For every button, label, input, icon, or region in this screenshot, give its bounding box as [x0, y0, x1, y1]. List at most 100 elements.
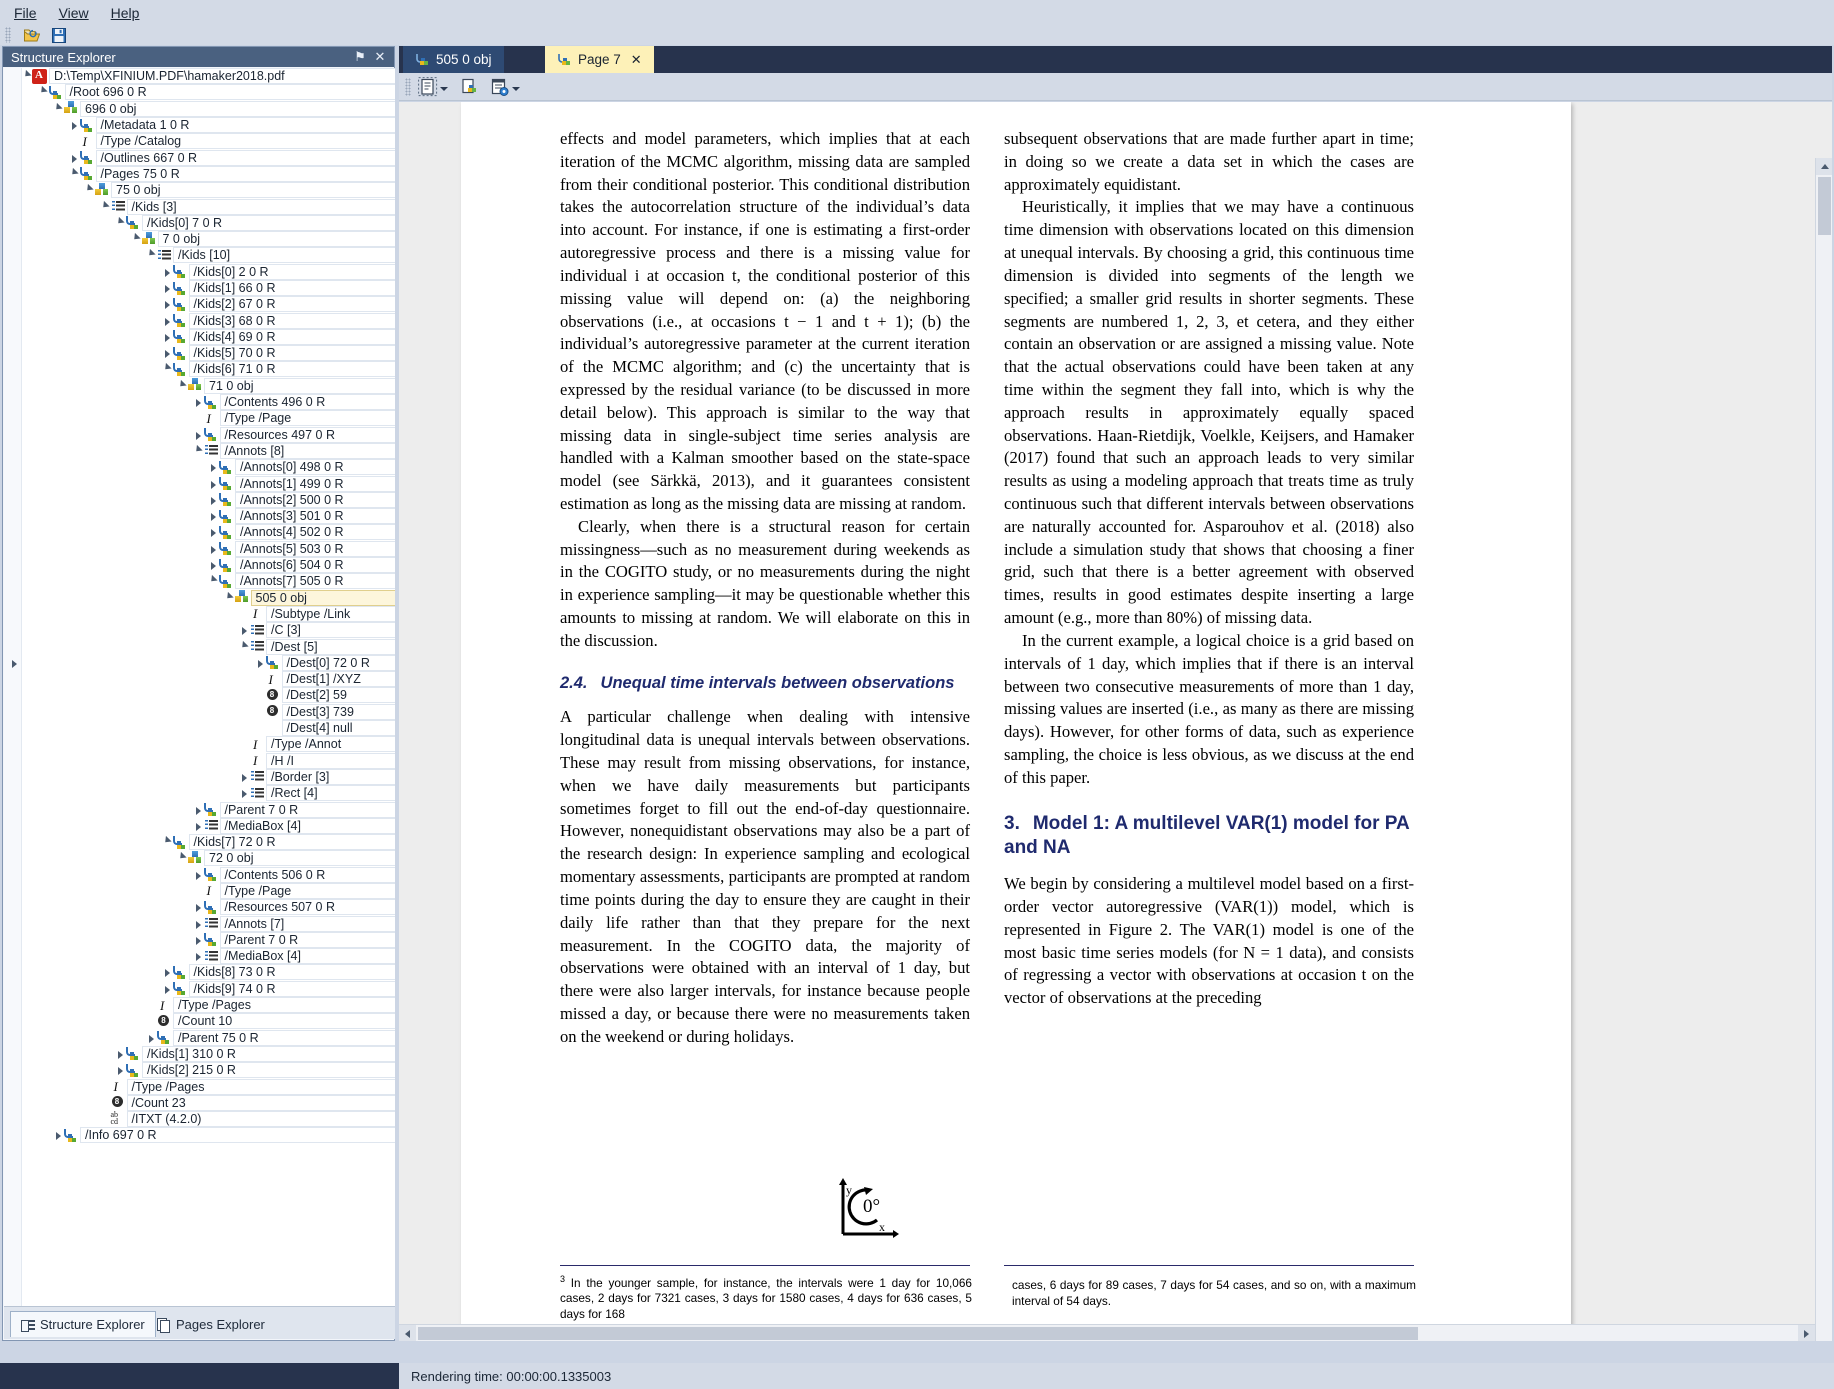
- tree-row[interactable]: /Kids[7] 72 0 R: [22, 834, 395, 851]
- expand-arrow-icon[interactable]: [69, 117, 79, 133]
- tree-row[interactable]: /Pages 75 0 R: [22, 165, 395, 182]
- tree-row[interactable]: /Kids[9] 74 0 R: [22, 980, 395, 997]
- expand-arrow-icon[interactable]: [193, 427, 203, 443]
- expand-arrow-icon[interactable]: [208, 541, 218, 557]
- tree-row[interactable]: /Border [3]: [22, 768, 395, 785]
- tree-row[interactable]: /Annots [7]: [22, 915, 395, 932]
- expand-arrow-icon[interactable]: [255, 655, 265, 671]
- expand-arrow-icon[interactable]: [162, 313, 172, 329]
- tree-row[interactable]: /Dest[2] 59: [22, 687, 395, 704]
- tree-row[interactable]: /Annots[6] 504 0 R: [22, 557, 395, 574]
- tree-row[interactable]: /Annots[7] 505 0 R: [22, 573, 395, 590]
- collapse-arrow-icon[interactable]: [224, 590, 234, 606]
- doc-tab-page-7[interactable]: Page 7 ✕: [545, 46, 654, 73]
- tree-row[interactable]: /Annots[2] 500 0 R: [22, 491, 395, 508]
- expand-arrow-icon[interactable]: [162, 280, 172, 296]
- menu-item-help[interactable]: Help: [111, 5, 140, 21]
- expand-arrow-icon[interactable]: [115, 1046, 125, 1062]
- save-file-button[interactable]: [46, 25, 68, 45]
- tree-row[interactable]: /Annots[5] 503 0 R: [22, 540, 395, 557]
- vertical-scrollbar[interactable]: [1815, 158, 1832, 1341]
- tree-row[interactable]: /Annots[4] 502 0 R: [22, 524, 395, 541]
- expand-arrow-icon[interactable]: [162, 296, 172, 312]
- close-icon[interactable]: ✕: [631, 52, 642, 68]
- tree-row[interactable]: /Resources 497 0 R: [22, 426, 395, 443]
- page-properties-tool-button[interactable]: [489, 76, 523, 98]
- view-toolbar-grip[interactable]: [405, 78, 411, 96]
- tree-row[interactable]: /Kids [10]: [22, 247, 395, 264]
- expand-arrow-icon[interactable]: [208, 492, 218, 508]
- tree-row[interactable]: /Metadata 1 0 R: [22, 117, 395, 134]
- tree-row[interactable]: 7 0 obj: [22, 231, 395, 248]
- scroll-up-button[interactable]: [1816, 158, 1832, 175]
- tree-row[interactable]: /Info 697 0 R: [22, 1127, 395, 1144]
- expand-arrow-icon[interactable]: [208, 508, 218, 524]
- expand-arrow-icon[interactable]: [193, 867, 203, 883]
- horizontal-scroll-thumb[interactable]: [418, 1327, 1418, 1340]
- tree-row[interactable]: /ITXT (4.2.0): [22, 1110, 395, 1128]
- tree-row[interactable]: /Kids[1] 66 0 R: [22, 280, 395, 296]
- select-text-tool-button[interactable]: [417, 76, 451, 98]
- tree-row[interactable]: 696 0 obj: [22, 100, 395, 117]
- pin-panel-button[interactable]: ⚑: [352, 49, 368, 65]
- tree-row[interactable]: /Parent 75 0 R: [22, 1029, 395, 1046]
- tree-row[interactable]: /Dest[1] /XYZ: [22, 671, 395, 688]
- horizontal-scrollbar[interactable]: [399, 1324, 1815, 1341]
- tree-row[interactable]: /Subtype /Link: [22, 605, 395, 622]
- tree-row[interactable]: /Parent 7 0 R: [22, 801, 395, 818]
- expand-arrow-icon[interactable]: [53, 1127, 63, 1143]
- pdf-page-viewport[interactable]: effects and model parameters, which impl…: [399, 102, 1832, 1341]
- expand-arrow-icon[interactable]: [193, 394, 203, 410]
- tab-structure-explorer[interactable]: Structure Explorer: [10, 1311, 156, 1337]
- expand-arrow-icon[interactable]: [239, 769, 249, 785]
- expand-arrow-icon[interactable]: [193, 948, 203, 964]
- collapse-arrow-icon[interactable]: [162, 361, 172, 377]
- tree-row[interactable]: /Type /Pages: [22, 997, 395, 1014]
- tree-row[interactable]: /Annots[1] 499 0 R: [22, 475, 395, 492]
- tree-row[interactable]: /Type /Page: [22, 410, 395, 427]
- tree-row[interactable]: /Annots [8]: [22, 442, 395, 459]
- expand-arrow-icon[interactable]: [146, 1030, 156, 1046]
- tree-row[interactable]: /Dest[4] null: [22, 720, 395, 737]
- expand-arrow-icon[interactable]: [193, 916, 203, 932]
- open-file-button[interactable]: [20, 25, 42, 45]
- expand-arrow-icon[interactable]: [162, 329, 172, 345]
- tree-row[interactable]: /Resources 507 0 R: [22, 899, 395, 916]
- expand-arrow-icon[interactable]: [193, 899, 203, 915]
- tree-row[interactable]: D:\Temp\XFINIUM.PDF\hamaker2018.pdf: [22, 68, 395, 85]
- tree-row[interactable]: /Contents 506 0 R: [22, 866, 395, 883]
- collapse-arrow-icon[interactable]: [100, 199, 110, 215]
- tree-row[interactable]: /Type /Pages: [22, 1078, 395, 1095]
- collapse-arrow-icon[interactable]: [115, 215, 125, 231]
- tree-row[interactable]: /Annots[3] 501 0 R: [22, 508, 395, 525]
- tree-row[interactable]: /C [3]: [22, 622, 395, 639]
- tree-row[interactable]: /Kids[6] 71 0 R: [22, 361, 395, 378]
- close-panel-button[interactable]: ✕: [372, 49, 388, 65]
- collapse-arrow-icon[interactable]: [208, 573, 218, 589]
- tree-row[interactable]: /Contents 496 0 R: [22, 394, 395, 411]
- tree-row[interactable]: 72 0 obj: [22, 850, 395, 867]
- structure-tree[interactable]: D:\Temp\XFINIUM.PDF\hamaker2018.pdf/Root…: [4, 68, 395, 1307]
- expand-arrow-icon[interactable]: [162, 964, 172, 980]
- tree-row[interactable]: /Kids[4] 69 0 R: [22, 328, 395, 345]
- expand-arrow-icon[interactable]: [208, 476, 218, 492]
- collapse-arrow-icon[interactable]: [193, 443, 203, 459]
- vertical-scroll-thumb[interactable]: [1818, 177, 1831, 235]
- expand-arrow-icon[interactable]: [115, 1062, 125, 1078]
- collapse-arrow-icon[interactable]: [177, 850, 187, 866]
- collapse-arrow-icon[interactable]: [84, 182, 94, 198]
- expand-arrow-icon[interactable]: [162, 345, 172, 361]
- scroll-right-button[interactable]: [1798, 1325, 1815, 1341]
- expand-arrow-icon[interactable]: [193, 802, 203, 818]
- doc-tab-505-0-obj[interactable]: 505 0 obj: [403, 46, 504, 73]
- collapse-arrow-icon[interactable]: [22, 68, 32, 84]
- collapse-arrow-icon[interactable]: [239, 639, 249, 655]
- tree-row[interactable]: 75 0 obj: [22, 182, 395, 199]
- tree-row[interactable]: /Kids [3]: [22, 198, 395, 215]
- tree-row[interactable]: /Dest[3] 739: [22, 703, 395, 720]
- menu-item-file[interactable]: File: [14, 5, 37, 21]
- chevron-down-icon[interactable]: [440, 87, 448, 91]
- expand-arrow-icon[interactable]: [69, 150, 79, 166]
- tree-row[interactable]: 505 0 obj: [22, 589, 395, 606]
- tree-row[interactable]: /Type /Annot: [22, 736, 395, 753]
